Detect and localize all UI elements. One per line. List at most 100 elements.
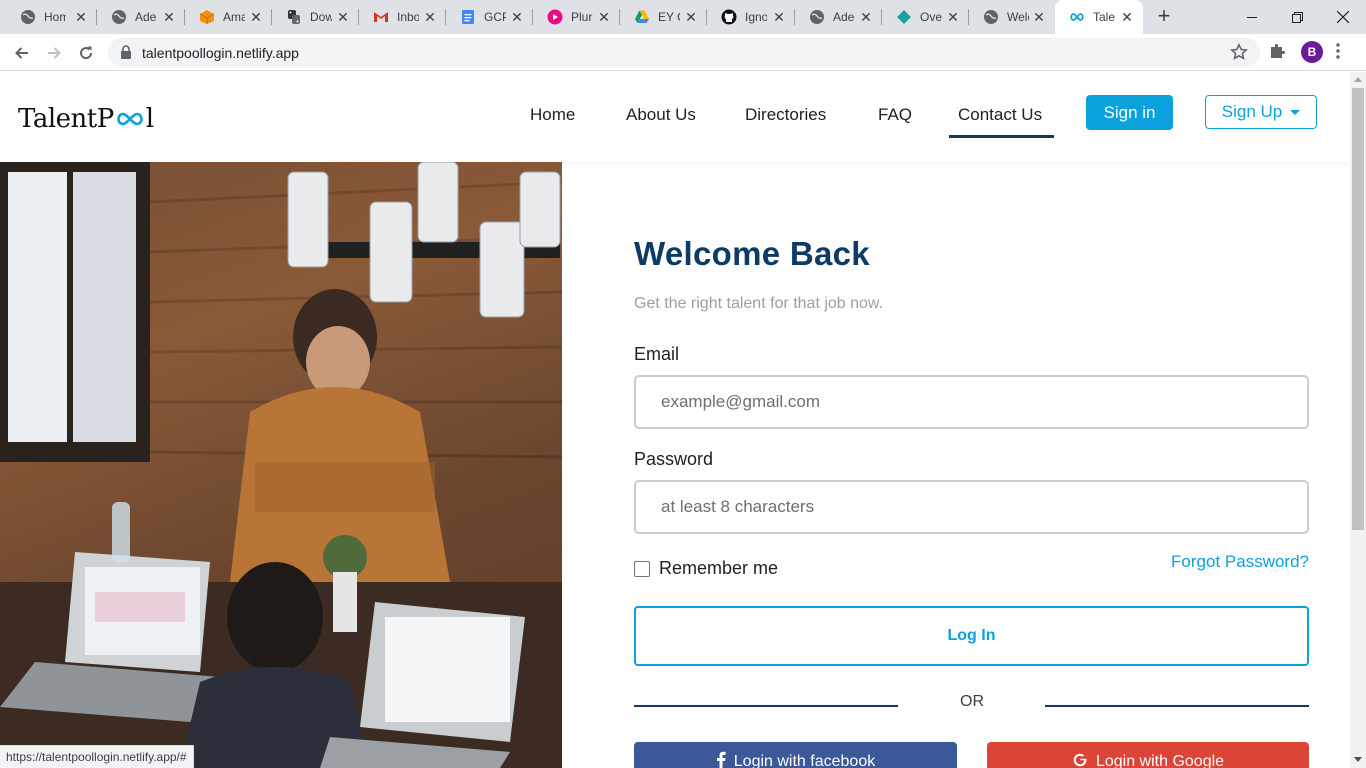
tab-title: GCP <box>484 10 506 24</box>
link-status-bar: https://talentpoollogin.netlify.app/# <box>0 745 194 768</box>
talentpool-logo[interactable]: TalentP l <box>18 104 154 134</box>
nav-faq-link[interactable]: FAQ <box>878 105 912 125</box>
google-login-button[interactable]: Login with Google <box>987 742 1309 768</box>
google-icon <box>1072 752 1088 768</box>
close-tab-icon[interactable]: ✕ <box>596 9 612 25</box>
close-tab-icon[interactable]: ✕ <box>509 9 525 25</box>
url-text[interactable]: talentpoollogin.netlify.app <box>142 45 299 61</box>
close-window-button[interactable] <box>1320 0 1366 34</box>
github-icon <box>721 9 737 25</box>
tab-title: Ignore <box>745 10 767 24</box>
forward-button[interactable] <box>40 39 68 67</box>
new-tab-button[interactable]: + <box>1152 5 1176 29</box>
minimize-button[interactable] <box>1229 0 1275 34</box>
reload-button[interactable] <box>72 39 100 67</box>
scroll-up-arrow-icon[interactable] <box>1354 77 1362 82</box>
browser-menu-icon[interactable] <box>1336 43 1340 64</box>
page-viewport: TalentP l Home About Us Directories FAQ … <box>0 72 1350 768</box>
password-label: Password <box>634 449 714 469</box>
globe-icon <box>20 9 36 25</box>
restore-button[interactable] <box>1274 0 1320 34</box>
or-divider-right <box>1045 705 1309 707</box>
tab-title: EY C <box>658 10 680 24</box>
tab-title: Inbox <box>397 10 419 24</box>
google-login-label: Login with Google <box>1095 753 1225 768</box>
browser-tab-active[interactable]: TalentPool ✕ <box>1055 0 1143 34</box>
pluralsight-icon <box>547 9 563 25</box>
caret-down-icon <box>1290 109 1301 115</box>
diamond-icon <box>896 9 912 25</box>
globe-icon <box>983 9 999 25</box>
email-input[interactable] <box>634 375 1309 429</box>
browser-tab[interactable]: Overview ✕ <box>882 0 969 34</box>
sign-in-button[interactable]: Sign in <box>1086 95 1173 130</box>
close-tab-icon[interactable]: ✕ <box>335 9 351 25</box>
close-tab-icon[interactable]: ✕ <box>248 9 264 25</box>
gmail-icon <box>373 9 389 25</box>
close-tab-icon[interactable]: ✕ <box>771 9 787 25</box>
nav-directories-link[interactable]: Directories <box>745 105 826 125</box>
browser-tab[interactable]: Pluralsight ✕ <box>533 0 620 34</box>
or-divider-left <box>634 705 898 707</box>
close-tab-icon[interactable]: ✕ <box>1031 9 1047 25</box>
browser-tab[interactable]: Home ✕ <box>6 0 97 34</box>
browser-tab[interactable]: GCP ✕ <box>446 0 533 34</box>
tab-title: Adedayo <box>135 10 157 24</box>
nav-home-link[interactable]: Home <box>530 105 575 125</box>
remember-me[interactable]: Remember me <box>634 558 778 579</box>
facebook-icon <box>716 751 726 768</box>
nav-contact-link[interactable]: Contact Us <box>958 105 1042 125</box>
browser-tab[interactable]: EY C ✕ <box>620 0 707 34</box>
aws-box-icon <box>199 9 215 25</box>
sign-up-label: Sign Up <box>1221 102 1283 121</box>
close-tab-icon[interactable]: ✕ <box>1119 9 1135 25</box>
back-button[interactable] <box>8 39 36 67</box>
profile-avatar[interactable]: B <box>1301 41 1323 63</box>
bookmark-star-icon[interactable] <box>1230 43 1248 66</box>
docs-icon <box>460 9 476 25</box>
browser-tab[interactable]: Ignore ✕ <box>707 0 795 34</box>
tab-title: Home <box>44 10 66 24</box>
browser-tab[interactable]: Adedayo ✕ <box>97 0 185 34</box>
page-scrollbar[interactable] <box>1350 72 1366 768</box>
browser-tab-strip: Home ✕ Adedayo ✕ Amazon ✕ Download ✕ Inb… <box>0 0 1366 34</box>
browser-tab[interactable]: Welcome ✕ <box>969 0 1055 34</box>
globe-icon <box>809 9 825 25</box>
close-tab-icon[interactable]: ✕ <box>683 9 699 25</box>
or-divider-text: OR <box>960 693 984 710</box>
close-tab-icon[interactable]: ✕ <box>161 9 177 25</box>
browser-tab[interactable]: Inbox ✕ <box>359 0 446 34</box>
welcome-subtitle: Get the right talent for that job now. <box>634 295 884 312</box>
close-tab-icon[interactable]: ✕ <box>422 9 438 25</box>
tab-title: Download <box>310 10 332 24</box>
close-tab-icon[interactable]: ✕ <box>73 9 89 25</box>
log-in-button[interactable]: Log In <box>634 606 1309 666</box>
logo-text-start: TalentP <box>18 104 114 134</box>
lock-icon[interactable] <box>120 45 132 64</box>
tab-title: Pluralsight <box>571 10 593 24</box>
browser-tab[interactable]: Adedayo ✕ <box>795 0 882 34</box>
python-icon <box>286 9 302 25</box>
browser-tab[interactable]: Download ✕ <box>272 0 359 34</box>
facebook-login-button[interactable]: Login with facebook <box>634 742 957 768</box>
active-nav-underline <box>949 135 1054 138</box>
extensions-puzzle-icon[interactable] <box>1268 42 1286 65</box>
logo-infinity-icon <box>115 104 145 134</box>
nav-about-link[interactable]: About Us <box>626 105 696 125</box>
close-tab-icon[interactable]: ✕ <box>945 9 961 25</box>
scroll-down-arrow-icon[interactable] <box>1354 757 1362 762</box>
browser-toolbar: talentpoollogin.netlify.app B <box>0 34 1366 71</box>
tab-title: Overview <box>920 10 942 24</box>
close-tab-icon[interactable]: ✕ <box>858 9 874 25</box>
infinity-icon <box>1069 9 1085 25</box>
address-bar[interactable]: talentpoollogin.netlify.app <box>108 38 1260 67</box>
browser-tab[interactable]: Amazon ✕ <box>185 0 272 34</box>
password-input[interactable] <box>634 480 1309 534</box>
sign-up-dropdown-button[interactable]: Sign Up <box>1205 95 1317 129</box>
remember-me-checkbox[interactable] <box>634 560 650 577</box>
forgot-password-link[interactable]: Forgot Password? <box>1171 552 1309 572</box>
scrollbar-thumb[interactable] <box>1352 88 1364 530</box>
welcome-heading: Welcome Back <box>634 235 870 272</box>
hero-office-photo <box>0 162 562 768</box>
site-header: TalentP l Home About Us Directories FAQ … <box>0 72 1350 162</box>
